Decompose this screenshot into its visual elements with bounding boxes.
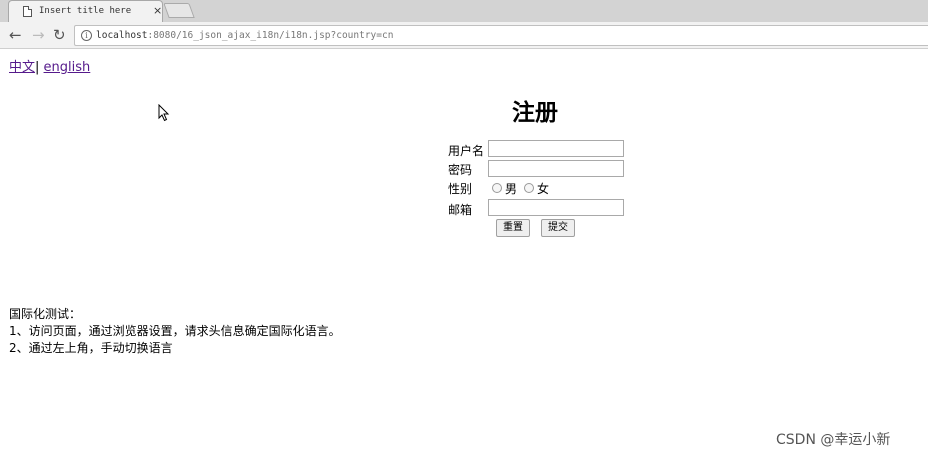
url-path: :8080/16_json_ajax_i18n/i18n.jsp?country… bbox=[147, 30, 394, 41]
info-icon[interactable]: i bbox=[81, 30, 92, 41]
notes-heading: 国际化测试： bbox=[9, 307, 82, 321]
notes-line-2: 2、通过左上角，手动切换语言 bbox=[9, 341, 173, 355]
gender-female-label: 女 bbox=[537, 182, 550, 196]
page-content: 中文| english 注册 用户名 密码 性别 男 女 邮箱 重置 提交 国际… bbox=[0, 49, 928, 457]
email-label: 邮箱 bbox=[448, 203, 473, 217]
watermark: CSDN @幸运小新 bbox=[776, 432, 891, 448]
gender-male-radio[interactable] bbox=[492, 183, 502, 193]
reload-icon[interactable]: ↻ bbox=[53, 26, 66, 44]
page-icon bbox=[23, 6, 32, 17]
notes-line-1: 1、访问页面，通过浏览器设置，请求头信息确定国际化语言。 bbox=[9, 324, 341, 338]
username-label: 用户名 bbox=[448, 144, 485, 158]
chinese-link[interactable]: 中文 bbox=[9, 60, 35, 75]
back-arrow-icon[interactable]: ← bbox=[9, 26, 22, 44]
notes: 国际化测试： 1、访问页面，通过浏览器设置，请求头信息确定国际化语言。 2、通过… bbox=[9, 306, 341, 357]
language-switcher: 中文| english bbox=[9, 56, 90, 75]
gender-male-label: 男 bbox=[505, 182, 518, 196]
new-tab-button[interactable] bbox=[163, 3, 195, 18]
mouse-cursor-icon bbox=[158, 104, 170, 122]
reset-button[interactable]: 重置 bbox=[496, 219, 530, 237]
tab-title: Insert title here bbox=[39, 6, 132, 16]
english-link[interactable]: english bbox=[44, 60, 91, 75]
gender-label: 性别 bbox=[448, 182, 473, 196]
password-input[interactable] bbox=[488, 160, 624, 177]
url-text[interactable]: localhost:8080/16_json_ajax_i18n/i18n.js… bbox=[96, 30, 393, 41]
username-input[interactable] bbox=[488, 140, 624, 157]
submit-button[interactable]: 提交 bbox=[541, 219, 575, 237]
url-host: localhost bbox=[96, 30, 148, 41]
email-input[interactable] bbox=[488, 199, 624, 216]
browser-tab[interactable]: Insert title here × bbox=[8, 0, 163, 22]
address-bar[interactable]: i localhost:8080/16_json_ajax_i18n/i18n.… bbox=[74, 25, 928, 46]
password-label: 密码 bbox=[448, 163, 473, 177]
form-title: 注册 bbox=[512, 100, 558, 126]
tab-close-button[interactable]: × bbox=[153, 4, 162, 18]
browser-toolbar: ← → ↻ i localhost:8080/16_json_ajax_i18n… bbox=[0, 22, 928, 49]
gender-female-radio[interactable] bbox=[524, 183, 534, 193]
tab-bar: Insert title here × bbox=[0, 0, 928, 22]
forward-arrow-icon[interactable]: → bbox=[32, 26, 45, 44]
language-separator: | bbox=[35, 60, 40, 75]
